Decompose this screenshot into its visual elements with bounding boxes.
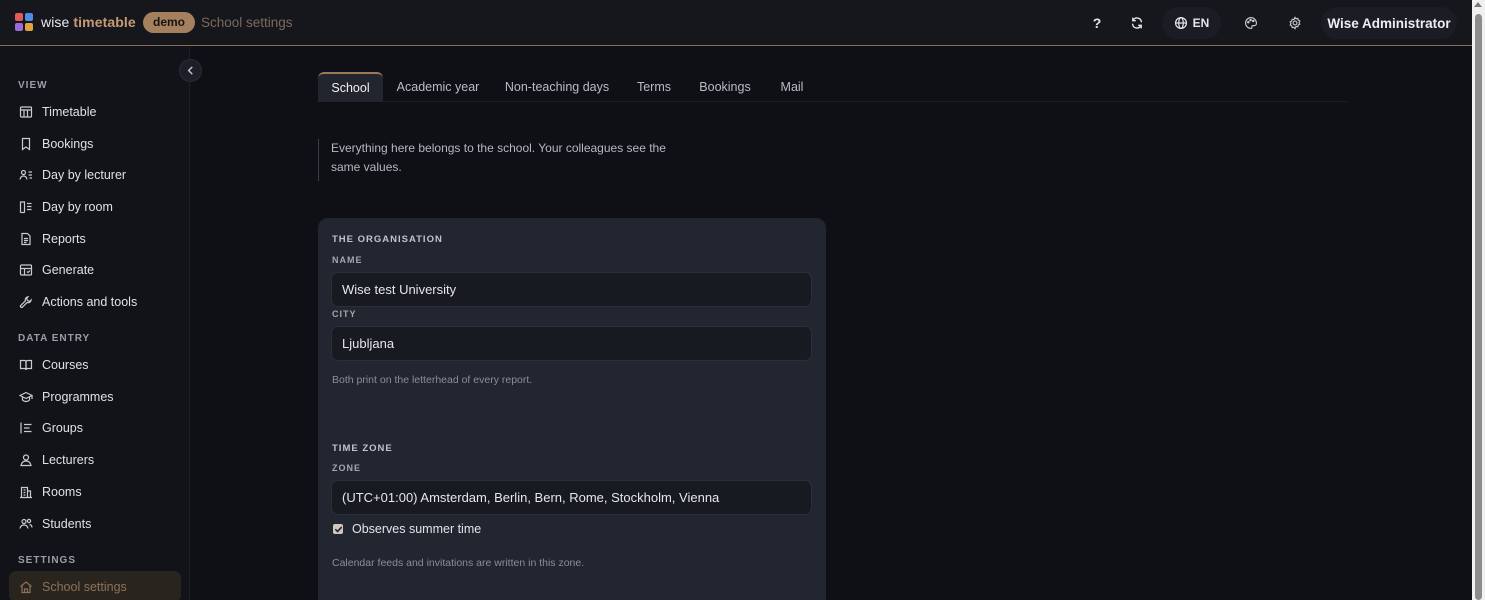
sidebar-item-groups[interactable]: Groups xyxy=(9,414,181,442)
name-input[interactable] xyxy=(331,272,812,307)
sidebar-item-students[interactable]: Students xyxy=(9,510,181,538)
sidebar-item-courses[interactable]: Courses xyxy=(9,351,181,379)
sidebar: VIEW Timetable Bookings Day by lecturer … xyxy=(0,47,190,600)
settings-tabs: School Academic year Non-teaching days T… xyxy=(318,72,1348,102)
language-label: EN xyxy=(1192,16,1210,30)
section-label-view: VIEW xyxy=(18,80,48,91)
settings-button[interactable] xyxy=(1279,7,1311,39)
city-label: CITY xyxy=(332,309,357,319)
sidebar-item-reports[interactable]: Reports xyxy=(9,225,181,253)
top-bar: wise timetable demo School settings ? EN… xyxy=(0,0,1472,46)
name-label: NAME xyxy=(332,255,363,265)
sidebar-item-lecturers[interactable]: Lecturers xyxy=(9,446,181,474)
wrench-icon xyxy=(19,295,33,309)
intro-text: Everything here belongs to the school. Y… xyxy=(318,139,698,181)
sidebar-item-programmes[interactable]: Programmes xyxy=(9,383,181,411)
gear-icon xyxy=(1289,16,1301,30)
room-list-icon xyxy=(19,200,33,214)
city-input[interactable] xyxy=(331,326,812,361)
people-icon xyxy=(19,517,33,531)
sidebar-item-day-by-room[interactable]: Day by room xyxy=(9,193,181,221)
bookmark-icon xyxy=(19,137,33,151)
organisation-heading: THE ORGANISATION xyxy=(332,234,443,245)
organisation-hint: Both print on the letterhead of every re… xyxy=(332,374,533,386)
tab-academic-year[interactable]: Academic year xyxy=(394,72,482,102)
tab-non-teaching-days[interactable]: Non-teaching days xyxy=(501,72,613,102)
zone-label: ZONE xyxy=(332,463,362,473)
tab-terms[interactable]: Terms xyxy=(632,72,676,102)
home-icon xyxy=(19,580,33,594)
groups-icon xyxy=(19,421,33,435)
help-label: ? xyxy=(1092,15,1102,31)
scrollbar-thumb[interactable] xyxy=(1475,14,1482,600)
sidebar-item-bookings[interactable]: Bookings xyxy=(9,130,181,158)
tab-bookings[interactable]: Bookings xyxy=(695,72,755,102)
sidebar-item-school-settings[interactable]: School settings xyxy=(9,571,181,600)
check-icon xyxy=(334,526,342,533)
theme-button[interactable] xyxy=(1235,7,1267,39)
collapse-sidebar-button[interactable] xyxy=(179,59,202,82)
scroll-up-icon[interactable] xyxy=(1474,2,1482,7)
section-label-data-entry: DATA ENTRY xyxy=(18,333,91,344)
logo-icon xyxy=(15,13,33,31)
sidebar-item-timetable[interactable]: Timetable xyxy=(9,98,181,126)
refresh-button[interactable] xyxy=(1121,7,1153,39)
summer-time-label[interactable]: Observes summer time xyxy=(352,522,481,536)
demo-badge: demo xyxy=(143,12,196,33)
book-icon xyxy=(19,358,33,372)
time-zone-heading: TIME ZONE xyxy=(332,443,393,454)
school-settings-card: THE ORGANISATION NAME CITY Both print on… xyxy=(318,218,826,600)
person-icon xyxy=(19,453,33,467)
sidebar-item-generate[interactable]: Generate xyxy=(9,256,181,284)
refresh-icon xyxy=(1131,17,1143,29)
user-menu-button[interactable]: Wise Administrator xyxy=(1321,7,1457,39)
zone-select[interactable] xyxy=(331,480,812,515)
table-icon xyxy=(19,105,33,119)
help-button[interactable]: ? xyxy=(1081,7,1113,39)
sidebar-item-actions-and-tools[interactable]: Actions and tools xyxy=(9,288,181,316)
building-icon xyxy=(19,485,33,499)
tab-mail[interactable]: Mail xyxy=(774,72,810,102)
globe-icon xyxy=(1174,16,1187,30)
document-icon xyxy=(19,232,33,246)
section-label-settings: SETTINGS xyxy=(18,555,77,566)
summer-time-checkbox[interactable] xyxy=(333,524,343,534)
graduation-cap-icon xyxy=(19,390,33,404)
breadcrumb: School settings xyxy=(201,15,293,30)
sidebar-item-rooms[interactable]: Rooms xyxy=(9,478,181,506)
brand-name[interactable]: wise timetable xyxy=(41,14,136,30)
palette-icon xyxy=(1245,17,1257,29)
user-list-icon xyxy=(19,168,33,182)
grid-icon xyxy=(19,263,33,277)
language-button[interactable]: EN xyxy=(1162,7,1221,39)
sidebar-item-day-by-lecturer[interactable]: Day by lecturer xyxy=(9,161,181,189)
tab-school[interactable]: School xyxy=(318,72,383,102)
time-zone-hint: Calendar feeds and invitations are writt… xyxy=(332,557,585,569)
chevron-left-icon xyxy=(187,66,193,75)
